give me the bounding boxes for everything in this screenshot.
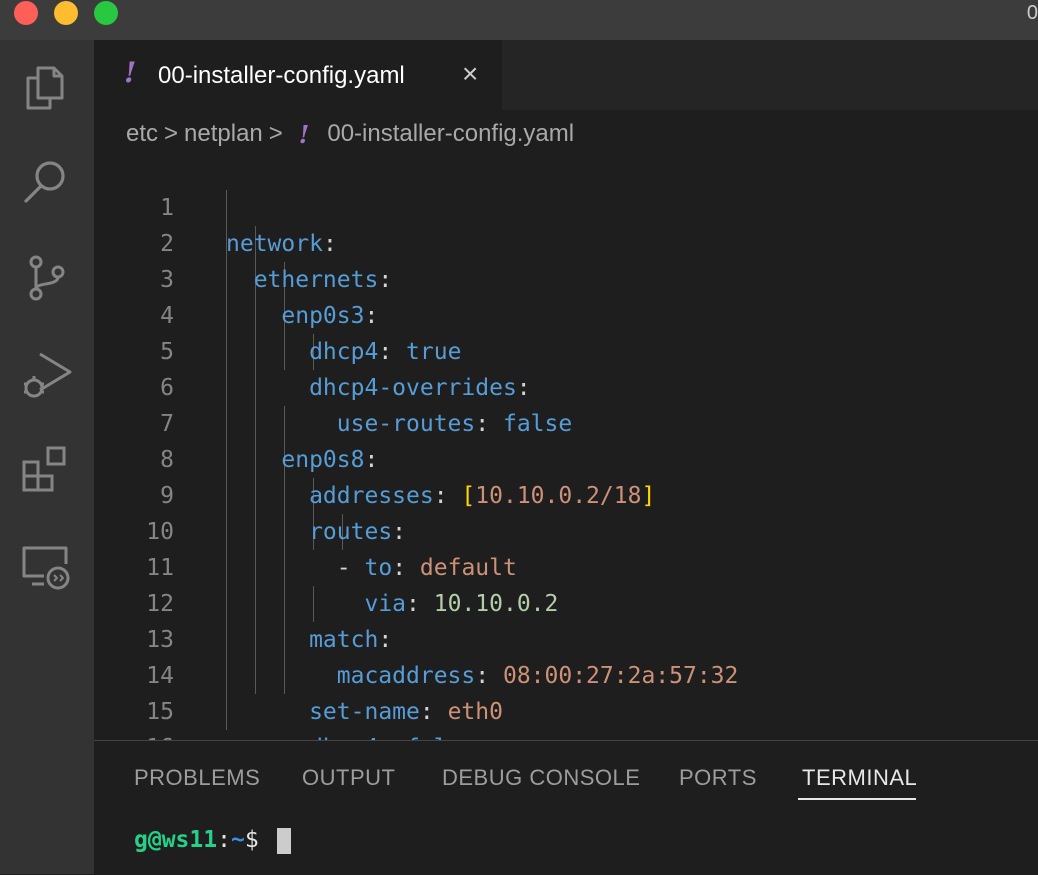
code-editor[interactable]: 1 network: 2 ethernets: 3 enp0s3: 4 dhcp…	[94, 154, 1038, 740]
code-line: 4 dhcp4: true	[94, 262, 1038, 365]
window-title-fragment: 0	[1026, 2, 1038, 24]
code-line: 17	[94, 730, 1038, 740]
title-bar: 0	[0, 0, 1038, 40]
minimize-window-button[interactable]	[54, 1, 78, 25]
tab-terminal[interactable]: TERMINAL	[802, 765, 917, 791]
files-icon[interactable]	[18, 60, 74, 116]
breadcrumb-item-file[interactable]: 00-installer-config.yaml	[327, 120, 574, 148]
tab-problems[interactable]: PROBLEMS	[134, 765, 260, 791]
code-line: 6 use-routes: false	[94, 334, 1038, 437]
terminal-prompt[interactable]: g@ws11:~$	[134, 827, 291, 854]
tab-output[interactable]: OUTPUT	[302, 765, 395, 791]
code-line: 11 via: 10.10.0.2	[94, 514, 1038, 617]
source-control-icon[interactable]	[18, 250, 74, 306]
code-line: 12 match:	[94, 550, 1038, 653]
close-icon[interactable]: ×	[462, 58, 478, 90]
code-line: 1 network:	[94, 154, 1038, 257]
close-window-button[interactable]	[14, 1, 38, 25]
extensions-icon[interactable]	[18, 442, 74, 498]
code-line: 13 macaddress: 08:00:27:2a:57:32	[94, 586, 1038, 689]
code-line: 7 enp0s8:	[94, 370, 1038, 473]
code-line: 5 dhcp4-overrides:	[94, 298, 1038, 401]
code-line: 10 - to: default	[94, 478, 1038, 581]
breadcrumb-item-etc[interactable]: etc	[126, 120, 158, 148]
breadcrumb: etc > netplan > ! 00-installer-config.ya…	[126, 118, 574, 150]
yaml-file-icon: !	[124, 56, 137, 89]
tab-label: 00-installer-config.yaml	[158, 62, 405, 89]
remote-explorer-icon[interactable]	[18, 538, 74, 594]
code-line: 9 routes:	[94, 442, 1038, 545]
yaml-file-icon: !	[298, 119, 310, 149]
terminal-user-host: g@ws11	[134, 827, 218, 853]
breadcrumb-item-netplan[interactable]: netplan	[184, 120, 263, 148]
code-line: 3 enp0s3:	[94, 226, 1038, 329]
tab-00-installer-config[interactable]: ! 00-installer-config.yaml ×	[94, 40, 502, 110]
chevron-right-icon: >	[268, 120, 283, 147]
run-debug-icon[interactable]	[18, 346, 74, 402]
editor-tab-bar: ! 00-installer-config.yaml ×	[94, 40, 1038, 110]
code-line: 16 version: 2	[94, 694, 1038, 740]
terminal-path: ~	[230, 827, 245, 853]
zoom-window-button[interactable]	[94, 1, 118, 25]
chevron-right-icon: >	[164, 120, 179, 147]
code-line: 2 ethernets:	[94, 190, 1038, 293]
tab-debug-console[interactable]: DEBUG CONSOLE	[442, 765, 640, 791]
activity-bar	[0, 40, 94, 874]
code-line: 15 dhcp4: false	[94, 658, 1038, 740]
search-icon[interactable]	[18, 154, 74, 210]
terminal-cursor	[276, 827, 291, 854]
terminal-symbol: $	[244, 827, 259, 853]
code-line: 8 addresses: [10.10.0.2/18]	[94, 406, 1038, 509]
code-line: 14 set-name: eth0	[94, 622, 1038, 725]
bottom-panel: PROBLEMS OUTPUT DEBUG CONSOLE PORTS TERM…	[94, 740, 1038, 875]
active-tab-indicator	[798, 798, 916, 800]
terminal-colon: :	[217, 827, 231, 853]
tab-ports[interactable]: PORTS	[679, 765, 757, 791]
